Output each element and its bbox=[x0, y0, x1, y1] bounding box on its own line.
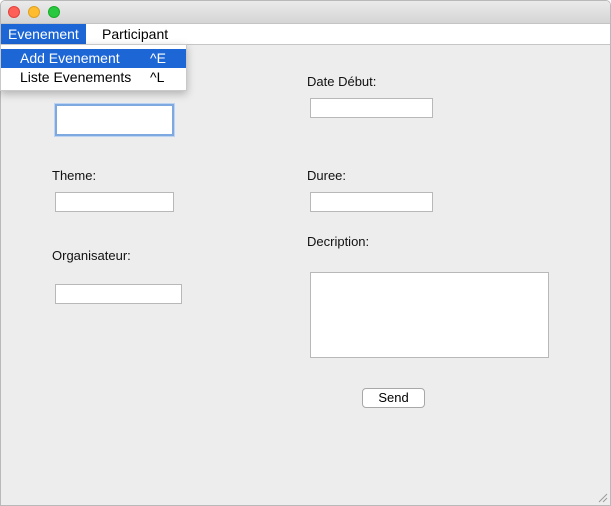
menu-bar: Evenement Participant bbox=[1, 24, 610, 45]
theme-label: Theme: bbox=[52, 168, 97, 183]
duree-label: Duree: bbox=[307, 168, 347, 183]
duree-input[interactable] bbox=[310, 192, 433, 212]
nom-input[interactable] bbox=[55, 104, 174, 136]
menu-evenement[interactable]: Evenement bbox=[1, 24, 86, 44]
minimize-window-button[interactable] bbox=[28, 6, 40, 18]
date-debut-label: Date Début: bbox=[307, 74, 377, 89]
date-debut-input[interactable] bbox=[310, 98, 433, 118]
organisateur-label: Organisateur: bbox=[52, 248, 131, 263]
menu-participant[interactable]: Participant bbox=[95, 24, 175, 44]
form-panel: Theme: Organisateur: Date Début: Duree: … bbox=[1, 45, 610, 505]
title-bar[interactable] bbox=[1, 1, 610, 24]
resize-grip-icon[interactable] bbox=[596, 491, 608, 503]
close-window-button[interactable] bbox=[8, 6, 20, 18]
menu-item-shortcut: ^E bbox=[150, 50, 166, 66]
theme-input[interactable] bbox=[55, 192, 174, 212]
organisateur-input[interactable] bbox=[55, 284, 182, 304]
menu-item-liste-evenements[interactable]: Liste Evenements ^L bbox=[1, 68, 186, 87]
evenement-dropdown-menu: Add Evenement ^E Liste Evenements ^L bbox=[0, 44, 187, 91]
menu-item-label: Liste Evenements bbox=[20, 69, 132, 85]
menu-item-shortcut: ^L bbox=[150, 69, 165, 85]
description-label: Decription: bbox=[307, 234, 370, 249]
menu-item-add-evenement[interactable]: Add Evenement ^E bbox=[1, 49, 186, 68]
description-textarea[interactable] bbox=[310, 272, 549, 358]
send-button[interactable]: Send bbox=[362, 388, 425, 408]
maximize-window-button[interactable] bbox=[48, 6, 60, 18]
menu-item-label: Add Evenement bbox=[20, 50, 120, 66]
